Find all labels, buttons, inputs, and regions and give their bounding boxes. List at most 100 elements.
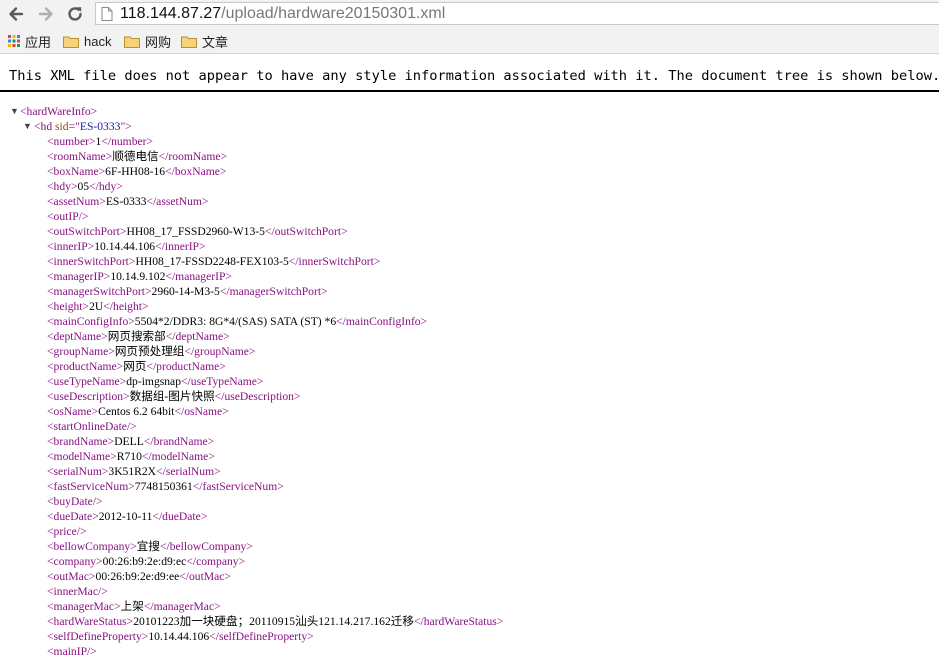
- tag-bracket: >: [246, 540, 253, 553]
- tag-bracket: >: [208, 450, 215, 463]
- xml-field-row: <serialNum>3K51R2X</serialNum>: [0, 464, 939, 479]
- forward-button[interactable]: [35, 3, 57, 25]
- field-tag-name: fastServiceNum: [53, 480, 129, 493]
- field-value: 3K51R2X: [108, 465, 157, 478]
- xml-field-row: <roomName>顺德电信</roomName>: [0, 149, 939, 164]
- tag-bracket: </: [159, 540, 170, 553]
- tag-bracket: </: [89, 180, 99, 193]
- field-value: 00:26:b9:2e:d9:ec: [102, 555, 187, 568]
- field-tag-name: outSwitchPort: [53, 225, 120, 238]
- field-tag-name: serialNum: [53, 465, 102, 478]
- tag-bracket: >: [225, 270, 232, 283]
- xml-field-row: <buyDate/>: [0, 494, 939, 509]
- tag-bracket: </: [336, 315, 346, 328]
- field-close-tag-name: modelName: [151, 450, 209, 463]
- field-close-tag-name: boxName: [174, 165, 220, 178]
- tag-bracket: </: [174, 405, 185, 418]
- hd-attr-value: ES-0333: [79, 120, 121, 133]
- xml-field-list: <number>1</number> <roomName>顺德电信</roomNa…: [0, 134, 939, 659]
- field-close-tag-name: dueDate: [162, 510, 201, 523]
- url-host: 118.144.87.27: [120, 5, 222, 22]
- tag-bracket: </: [165, 165, 175, 178]
- field-tag-name: number: [53, 135, 89, 148]
- field-close-tag-name: outMac: [189, 570, 225, 583]
- xml-field-row: <innerIP>10.14.44.106</innerIP>: [0, 239, 939, 254]
- xml-field-row: <managerMac>上架</managerMac>: [0, 599, 939, 614]
- xml-field-row: <mainConfigInfo>5504*2/DDR3: 8G*4/(SAS) …: [0, 314, 939, 329]
- field-tag-name: brandName: [53, 435, 108, 448]
- collapse-triangle-icon[interactable]: ▼: [23, 119, 32, 134]
- bookmark-wanggou[interactable]: 网购: [124, 32, 171, 50]
- xml-field-row: <number>1</number>: [0, 134, 939, 149]
- field-value: 2012-10-11: [98, 510, 153, 523]
- reload-button[interactable]: [64, 3, 86, 25]
- field-close-tag-name: company: [196, 555, 239, 568]
- field-value: 宜搜: [136, 540, 160, 553]
- reload-icon: [68, 7, 82, 21]
- xml-field-row: <deptName>网页搜索部</deptName>: [0, 329, 939, 344]
- tag-bracket: >: [199, 240, 206, 253]
- bookmark-hack[interactable]: hack: [63, 32, 111, 50]
- tag-bracket: >: [214, 465, 221, 478]
- xml-field-row: <hardWareStatus>20101223加一块硬盘；20110915汕头…: [0, 614, 939, 629]
- field-tag-name: managerMac: [53, 600, 115, 613]
- field-close-tag-name: useTypeName: [190, 375, 257, 388]
- apps-grid-icon: [8, 35, 20, 47]
- tag-bracket: >: [293, 390, 301, 403]
- tag-bracket: </: [103, 300, 114, 313]
- xml-field-row: <outMac>00:26:b9:2e:d9:ee</outMac>: [0, 569, 939, 584]
- field-value: 00:26:b9:2e:d9:ee: [95, 570, 180, 583]
- field-value: R710: [116, 450, 142, 463]
- field-tag-name: useTypeName: [53, 375, 120, 388]
- field-close-tag-name: deptName: [175, 330, 224, 343]
- field-tag-name: buyDate: [53, 495, 93, 508]
- field-tag-name: outMac: [53, 570, 89, 583]
- field-value: 2960-14-M3-5: [151, 285, 220, 298]
- xml-field-row: <productName>网页</productName>: [0, 359, 939, 374]
- xml-field-row: <useDescription>数据组-图片快照</useDescription…: [0, 389, 939, 404]
- bookmark-wenzhang[interactable]: 文章: [181, 32, 228, 50]
- field-tag-name: hardWareStatus: [53, 615, 127, 628]
- tag-bracket: </: [165, 270, 176, 283]
- field-tag-name: productName: [53, 360, 117, 373]
- field-close-tag-name: selfDefineProperty: [218, 630, 308, 643]
- tag-bracket: </: [101, 135, 112, 148]
- field-tag-name: bellowCompany: [53, 540, 131, 553]
- field-tag-name: boxName: [53, 165, 99, 178]
- address-bar[interactable]: 118.144.87.27/upload/hardware20150301.xm…: [95, 2, 939, 25]
- back-arrow-icon: [9, 7, 24, 21]
- collapse-triangle-icon[interactable]: ▼: [10, 104, 19, 119]
- tag-bracket: </: [209, 630, 219, 643]
- field-tag-name: modelName: [53, 450, 111, 463]
- tag-bracket: >: [277, 480, 284, 493]
- xml-field-row: <fastServiceNum>7748150361</fastServiceN…: [0, 479, 939, 494]
- field-tag-name: roomName: [53, 150, 106, 163]
- tag-bracket: >: [201, 195, 209, 208]
- field-close-tag-name: assetNum: [156, 195, 202, 208]
- tag-bracket: />: [126, 420, 137, 433]
- xml-field-row: <managerIP>10.14.9.102</managerIP>: [0, 269, 939, 284]
- field-tag-name: mainIP: [53, 645, 88, 658]
- field-value: DELL: [114, 435, 144, 448]
- tag-bracket: />: [87, 645, 97, 658]
- field-value: Centos 6.2 64bit: [98, 405, 175, 418]
- field-value: 5504*2/DDR3: 8G*4/(SAS) SATA (ST) *6: [134, 315, 337, 328]
- tag-bracket: >: [116, 180, 123, 193]
- tag-bracket: >: [373, 255, 381, 268]
- field-close-tag-name: brandName: [153, 435, 208, 448]
- hd-tag-name: hd: [40, 120, 53, 133]
- xml-field-row: <company>00:26:b9:2e:d9:ec</company>: [0, 554, 939, 569]
- xml-field-row: <selfDefineProperty>10.14.44.106</selfDe…: [0, 629, 939, 644]
- tag-bracket: </: [192, 480, 203, 493]
- field-value: HH08_17_FSSD2960-W13-5: [126, 225, 265, 238]
- back-button[interactable]: [5, 3, 27, 25]
- field-value: 网页: [123, 360, 147, 373]
- xml-field-row: <outSwitchPort>HH08_17_FSSD2960-W13-5</o…: [0, 224, 939, 239]
- tag-bracket: </: [143, 435, 154, 448]
- xml-field-row: <assetNum>ES-0333</assetNum>: [0, 194, 939, 209]
- bookmark-apps[interactable]: 应用: [8, 32, 51, 50]
- xml-field-row: <boxName>6F-HH08-16</boxName>: [0, 164, 939, 179]
- tag-bracket: >: [420, 315, 428, 328]
- field-close-tag-name: bellowCompany: [169, 540, 247, 553]
- xml-field-row: <hdy>05</hdy>: [0, 179, 939, 194]
